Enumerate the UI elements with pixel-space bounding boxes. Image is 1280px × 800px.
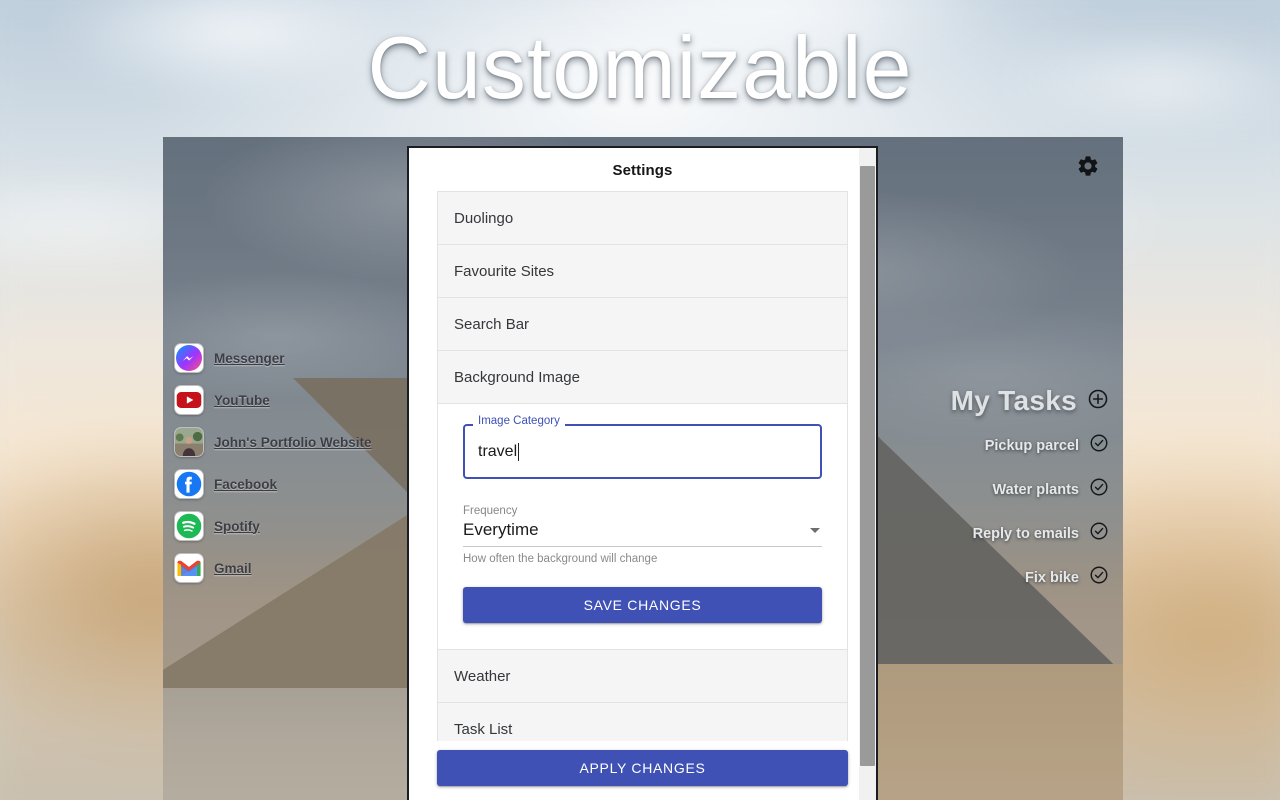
dialog-scrollbar-thumb[interactable] [860, 166, 875, 766]
youtube-icon [174, 385, 204, 415]
setting-row-weather[interactable]: Weather [438, 650, 847, 703]
favourite-site-label: Spotify [214, 518, 260, 534]
chevron-down-icon [810, 527, 820, 533]
setting-row-label: Search Bar [454, 315, 530, 333]
favourite-site-label: Gmail [214, 560, 252, 576]
tasks-header: My Tasks [951, 385, 1109, 417]
setting-row-search-bar[interactable]: Search Bar [438, 298, 847, 351]
image-category-input[interactable]: travel [463, 424, 822, 479]
setting-row-label: Background Image [454, 368, 580, 386]
tasks-title: My Tasks [950, 385, 1077, 416]
task-label: Pickup parcel [984, 437, 1079, 454]
page-headline: Customizable [367, 18, 913, 117]
setting-row-task-list[interactable]: Task List [438, 703, 847, 741]
favourite-site-item[interactable]: Gmail [174, 553, 371, 583]
setting-row-favourite-sites[interactable]: Favourite Sites [438, 245, 847, 298]
favourite-site-item[interactable]: Messenger [174, 343, 371, 373]
setting-row-label: Task List [454, 720, 513, 738]
check-circle-icon[interactable] [1089, 477, 1109, 502]
image-category-value: travel [478, 442, 518, 460]
favourite-site-item[interactable]: YouTube [174, 385, 371, 415]
frequency-help-text: How often the background will change [463, 553, 658, 565]
check-circle-icon[interactable] [1089, 433, 1109, 458]
setting-row-background-image[interactable]: Background Image [438, 351, 847, 404]
page-root: Customizable Messenger YouTube John's Po… [0, 0, 1280, 800]
task-label: Water plants [992, 481, 1079, 498]
settings-gear-button[interactable] [1071, 149, 1105, 183]
gmail-icon [174, 553, 204, 583]
plus-circle-icon[interactable] [1087, 388, 1109, 415]
favourite-site-item[interactable]: John's Portfolio Website [174, 427, 371, 457]
frequency-value: Everytime [463, 520, 539, 539]
task-label: Reply to emails [972, 525, 1079, 542]
favourite-site-label: Facebook [214, 476, 278, 492]
favourite-site-item[interactable]: Spotify [174, 511, 371, 541]
task-item[interactable]: Water plants [951, 477, 1109, 502]
image-category-label: Image Category [473, 415, 565, 428]
favourite-sites-list: Messenger YouTube John's Portfolio Websi… [174, 343, 371, 583]
setting-row-duolingo[interactable]: Duolingo [438, 192, 847, 245]
messenger-icon [174, 343, 204, 373]
facebook-icon [174, 469, 204, 499]
check-circle-icon[interactable] [1089, 565, 1109, 590]
settings-list: Duolingo Favourite Sites Search Bar Back… [437, 191, 848, 741]
dialog-footer: APPLY CHANGES [409, 741, 876, 800]
text-caret [518, 442, 520, 461]
frequency-select-wrapper: Frequency Everytime How often the backgr… [463, 505, 822, 565]
favourite-site-label: YouTube [214, 392, 270, 408]
gear-icon [1076, 154, 1100, 178]
dialog-body: Settings Duolingo Favourite Sites Search… [409, 148, 876, 741]
setting-row-label: Duolingo [454, 209, 514, 227]
favourite-site-label: Messenger [214, 350, 285, 366]
frequency-select[interactable]: Everytime [463, 520, 822, 547]
image-category-field[interactable]: Image Category travel [463, 415, 822, 479]
task-item[interactable]: Pickup parcel [951, 433, 1109, 458]
frequency-label: Frequency [463, 505, 518, 517]
task-label: Fix bike [1025, 569, 1079, 586]
setting-row-label: Weather [454, 667, 511, 685]
favourite-site-item[interactable]: Facebook [174, 469, 371, 499]
dialog-title: Settings [612, 162, 673, 179]
save-changes-button[interactable]: SAVE CHANGES [463, 587, 822, 623]
spotify-icon [174, 511, 204, 541]
tasks-widget: My Tasks Pickup parcel Water plants Repl… [951, 385, 1109, 609]
portfolio-photo-icon [174, 427, 204, 457]
app-preview-panel: Messenger YouTube John's Portfolio Websi… [163, 137, 1123, 800]
favourite-site-label: John's Portfolio Website [214, 434, 372, 450]
settings-dialog: Settings Duolingo Favourite Sites Search… [407, 146, 878, 800]
task-item[interactable]: Fix bike [951, 565, 1109, 590]
task-item[interactable]: Reply to emails [951, 521, 1109, 546]
setting-row-label: Favourite Sites [454, 262, 555, 280]
apply-changes-button[interactable]: APPLY CHANGES [437, 750, 848, 786]
check-circle-icon[interactable] [1089, 521, 1109, 546]
background-image-panel: Image Category travel Frequency Everytim… [438, 404, 847, 650]
